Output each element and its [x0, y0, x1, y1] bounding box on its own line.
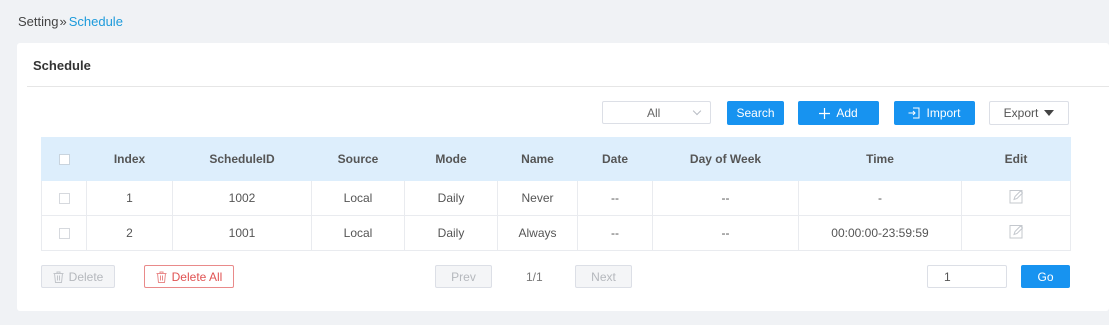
breadcrumb-separator: » — [59, 14, 67, 29]
cell-time: 00:00:00-23:59:59 — [798, 215, 962, 251]
cell-edit — [961, 215, 1071, 251]
select-all-cell — [41, 137, 87, 181]
prev-page-button[interactable]: Prev — [435, 265, 492, 288]
schedule-panel: Schedule All Search Add Import Export In… — [17, 43, 1109, 311]
export-button-label: Export — [1003, 106, 1039, 120]
column-header-time[interactable]: Time — [798, 137, 962, 181]
breadcrumb-setting[interactable]: Setting — [18, 14, 58, 29]
prev-page-label: Prev — [451, 269, 476, 284]
table-row: 1 1002 Local Daily Never -- -- - — [41, 180, 1071, 216]
page-number-field[interactable] — [927, 265, 1007, 288]
trash-icon — [53, 271, 64, 283]
search-button-label: Search — [736, 106, 775, 120]
import-icon — [908, 107, 920, 119]
column-header-edit: Edit — [961, 137, 1071, 181]
cell-day-of-week: -- — [652, 215, 799, 251]
add-button-label: Add — [836, 106, 858, 120]
filter-select[interactable]: All — [602, 101, 711, 124]
delete-all-button[interactable]: Delete All — [144, 265, 234, 288]
row-select-cell — [41, 180, 87, 216]
column-header-source[interactable]: Source — [311, 137, 405, 181]
cell-day-of-week: -- — [652, 180, 799, 216]
column-header-date[interactable]: Date — [577, 137, 653, 181]
cell-mode: Daily — [404, 180, 498, 216]
panel-divider — [27, 86, 1109, 87]
go-button-label: Go — [1037, 269, 1054, 284]
column-header-scheduleid[interactable]: ScheduleID — [172, 137, 312, 181]
cell-source: Local — [311, 180, 405, 216]
cell-index: 1 — [86, 180, 173, 216]
add-button[interactable]: Add — [798, 101, 879, 125]
import-button-label: Import — [926, 106, 961, 120]
row-checkbox[interactable] — [58, 193, 70, 205]
table-row: 2 1001 Local Daily Always -- -- 00:00:00… — [41, 215, 1071, 251]
search-button[interactable]: Search — [727, 101, 784, 125]
trash-icon — [156, 271, 167, 283]
column-header-index[interactable]: Index — [86, 137, 173, 181]
cell-name: Always — [497, 215, 578, 251]
cell-source: Local — [311, 215, 405, 251]
column-header-mode[interactable]: Mode — [404, 137, 498, 181]
export-button[interactable]: Export — [989, 101, 1069, 125]
select-all-checkbox[interactable] — [58, 154, 70, 166]
next-page-label: Next — [591, 269, 616, 284]
breadcrumb: Setting» Schedule — [18, 14, 123, 29]
page-indicator: 1/1 — [526, 270, 543, 284]
delete-button[interactable]: Delete — [41, 265, 115, 288]
row-checkbox[interactable] — [58, 228, 70, 240]
delete-all-button-label: Delete All — [171, 269, 223, 284]
page-number-input[interactable] — [928, 266, 1006, 287]
column-header-day-of-week[interactable]: Day of Week — [652, 137, 799, 181]
cell-index: 2 — [86, 215, 173, 251]
edit-icon[interactable] — [1009, 189, 1024, 207]
schedule-table: Index ScheduleID Source Mode Name Date D… — [41, 137, 1071, 251]
cell-mode: Daily — [404, 215, 498, 251]
cell-edit — [961, 180, 1071, 216]
column-header-name[interactable]: Name — [497, 137, 578, 181]
cell-date: -- — [577, 215, 653, 251]
chevron-down-icon — [692, 106, 702, 116]
breadcrumb-schedule[interactable]: Schedule — [69, 14, 123, 29]
cell-date: -- — [577, 180, 653, 216]
next-page-button[interactable]: Next — [575, 265, 632, 288]
delete-button-label: Delete — [68, 269, 104, 284]
plus-icon — [819, 107, 831, 119]
table-header-row: Index ScheduleID Source Mode Name Date D… — [41, 137, 1071, 181]
go-button[interactable]: Go — [1021, 265, 1070, 288]
panel-title: Schedule — [33, 58, 91, 73]
caret-down-icon — [1044, 110, 1055, 116]
edit-icon[interactable] — [1009, 224, 1024, 242]
cell-schedule-id: 1002 — [172, 180, 312, 216]
cell-schedule-id: 1001 — [172, 215, 312, 251]
cell-name: Never — [497, 180, 578, 216]
row-select-cell — [41, 215, 87, 251]
cell-time: - — [798, 180, 962, 216]
filter-select-value: All — [647, 106, 661, 120]
import-button[interactable]: Import — [894, 101, 975, 125]
